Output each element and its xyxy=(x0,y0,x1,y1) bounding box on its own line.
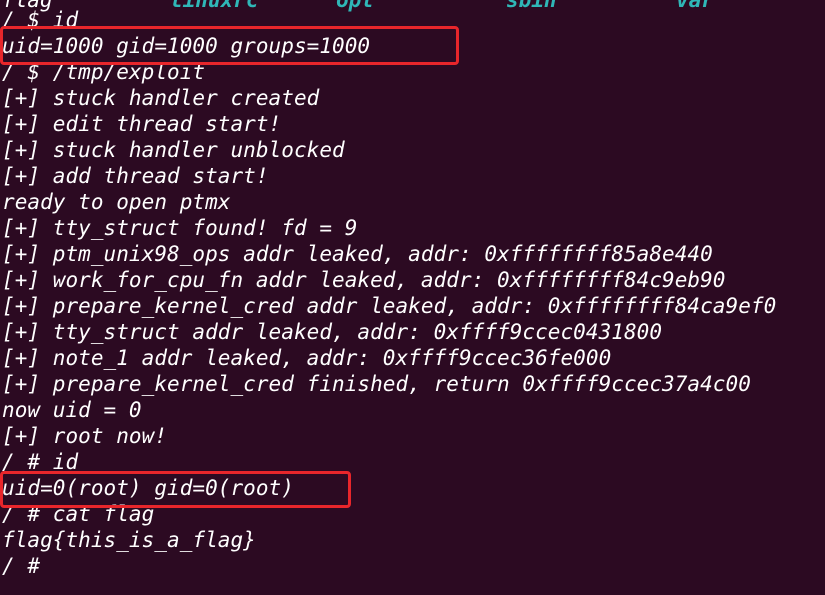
listing-item-sbin: sbin xyxy=(506,0,557,12)
output-line: now uid = 0 xyxy=(2,398,142,422)
output-line: [+] prepare_kernel_cred addr leaked, add… xyxy=(2,294,777,318)
output-line: [+] root now! xyxy=(2,424,168,448)
prompt-line-current[interactable]: / # xyxy=(2,553,40,579)
output-line: [+] add thread start! xyxy=(2,164,269,188)
listing-item-opt: opt xyxy=(336,0,374,12)
output-line: [+] prepare_kernel_cred finished, return… xyxy=(2,372,751,396)
output-line: [+] work_for_cpu_fn addr leaked, addr: 0… xyxy=(2,268,726,292)
terminal-window[interactable]: flag linuxrc opt sbin var / $ id uid=100… xyxy=(0,0,825,595)
output-line: [+] tty_struct addr leaked, addr: 0xffff… xyxy=(2,320,663,344)
output-line: ready to open ptmx xyxy=(2,190,231,214)
highlight-box-user-id xyxy=(0,26,459,65)
listing-item-linuxrc: linuxrc xyxy=(170,0,259,12)
output-line-flag: flag{this_is_a_flag} xyxy=(2,528,256,552)
listing-item-var: var xyxy=(676,0,714,12)
output-line: [+] stuck handler created xyxy=(2,86,320,110)
output-line: [+] ptm_unix98_ops addr leaked, addr: 0x… xyxy=(2,242,713,266)
output-line: [+] stuck handler unblocked xyxy=(2,138,345,162)
output-line: [+] edit thread start! xyxy=(2,112,282,136)
output-line: [+] note_1 addr leaked, addr: 0xffff9cce… xyxy=(2,346,612,370)
output-line: [+] tty_struct found! fd = 9 xyxy=(2,216,358,240)
highlight-box-root-id xyxy=(0,471,351,508)
